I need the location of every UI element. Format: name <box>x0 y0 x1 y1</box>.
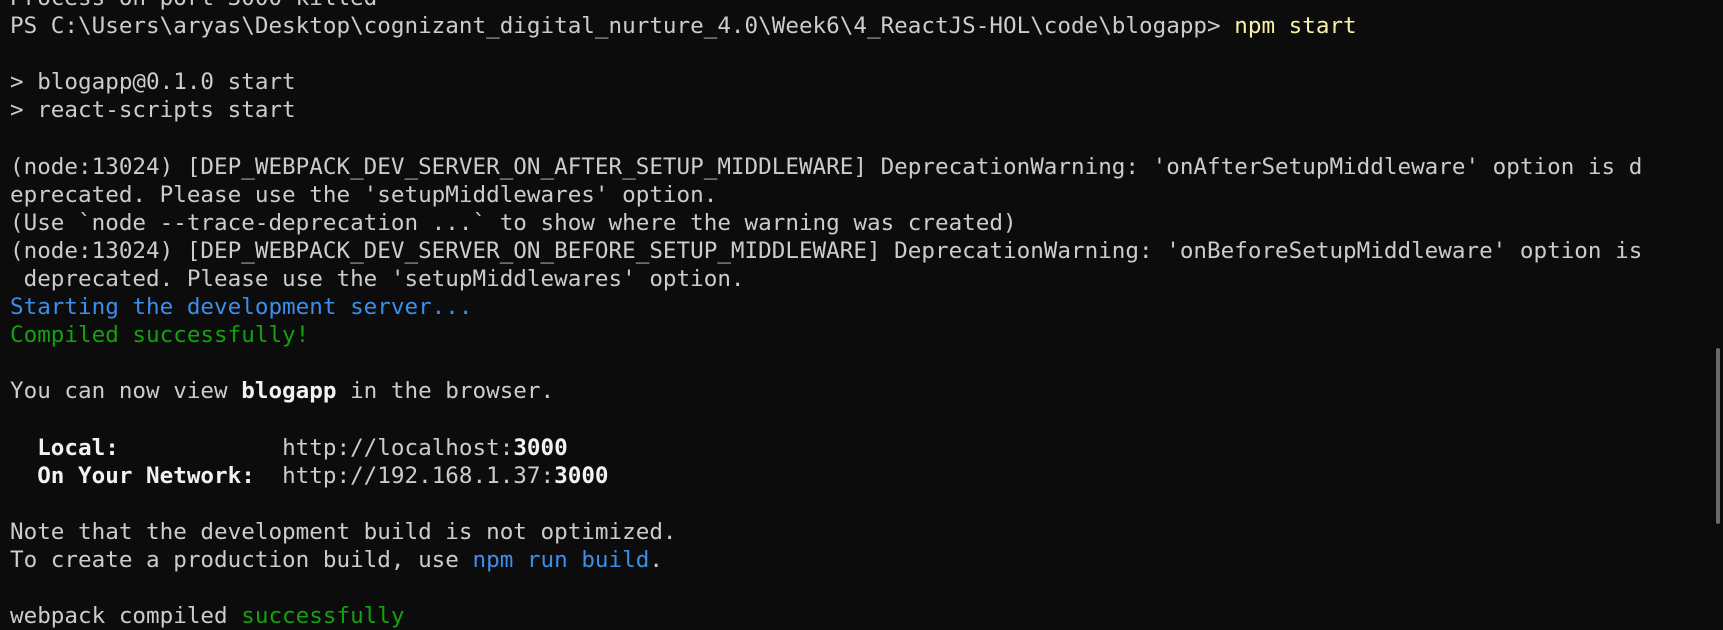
success-line: Compiled successfully! <box>10 322 310 349</box>
typed-command: npm start <box>1234 13 1357 40</box>
warning-line: eprecated. Please use the 'setupMiddlewa… <box>10 181 718 208</box>
view-text: in the browser. <box>336 378 555 405</box>
local-port[interactable]: 3000 <box>513 435 567 461</box>
webpack-text: webpack compiled <box>10 603 242 630</box>
warning-line: (node:13024) [DEP_WEBPACK_DEV_SERVER_ON_… <box>10 153 1643 180</box>
build-command: npm run build <box>472 546 650 573</box>
network-label: On Your Network: <box>10 462 283 489</box>
local-url-line: Local: http://localhost:3000 <box>10 434 1700 462</box>
build-hint-text: To create a production build, use <box>10 546 473 573</box>
output-line: Process on port 3000 killed <box>10 0 1700 12</box>
warning-line: deprecated. Please use the 'setupMiddlew… <box>10 265 745 292</box>
output-line: Note that the development build is not o… <box>10 518 677 545</box>
output-line: > blogapp@0.1.0 start <box>10 69 296 96</box>
network-port[interactable]: 3000 <box>554 463 608 489</box>
output-line: To create a production build, use npm ru… <box>10 546 1700 574</box>
prompt-line: PS C:\Users\aryas\Desktop\cognizant_digi… <box>10 12 1700 40</box>
local-label: Local: <box>10 434 283 461</box>
output-line: > react-scripts start <box>10 97 296 124</box>
build-hint-text: . <box>649 546 663 573</box>
local-url[interactable]: http://localhost: <box>282 435 513 461</box>
network-url[interactable]: http://192.168.1.37: <box>282 463 554 489</box>
webpack-status: successfully <box>241 603 405 630</box>
warning-line: (node:13024) [DEP_WEBPACK_DEV_SERVER_ON_… <box>10 237 1643 264</box>
terminal-output[interactable]: Process on port 3000 killed PS C:\Users\… <box>10 0 1700 630</box>
terminal-scrollbar[interactable] <box>1716 348 1720 524</box>
output-line: You can now view blogapp in the browser. <box>10 377 1700 405</box>
network-url-line: On Your Network: http://192.168.1.37:300… <box>10 462 1700 490</box>
app-name: blogapp <box>241 378 337 405</box>
output-line: (Use `node --trace-deprecation ...` to s… <box>10 209 1017 236</box>
status-line: Starting the development server... <box>10 294 473 321</box>
prompt-path: PS C:\Users\aryas\Desktop\cognizant_digi… <box>10 13 1235 40</box>
webpack-status-line: webpack compiled successfully <box>10 602 1700 630</box>
view-text: You can now view <box>10 378 242 405</box>
